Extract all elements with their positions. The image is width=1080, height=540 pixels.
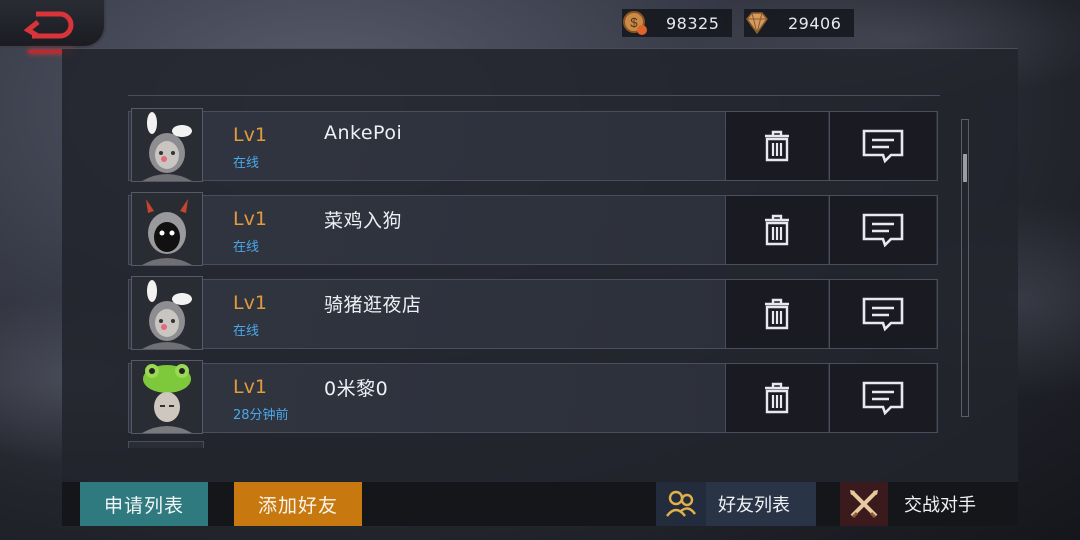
delete-friend-button[interactable]	[725, 280, 828, 348]
bunny-hat-avatar	[131, 276, 203, 350]
coin-icon: $	[622, 9, 648, 37]
message-friend-button[interactable]	[829, 280, 936, 348]
scrollbar-thumb[interactable]	[963, 154, 967, 182]
message-friend-button[interactable]	[829, 364, 936, 432]
friend-status: 28分钟前	[233, 408, 289, 423]
add-friend-button[interactable]: 添加好友	[234, 482, 362, 526]
next-row-peek	[128, 441, 204, 448]
gem-icon	[744, 9, 770, 37]
friends-panel: Lv1 在线 AnkePoi Lv1 在线 菜鸡入狗 Lv1 在线 骑猪逛夜店 …	[62, 48, 1018, 483]
chat-icon	[862, 297, 904, 332]
back-arrow-icon	[23, 11, 74, 39]
friend-name: 0米黎0	[324, 378, 389, 400]
friend-status: 在线	[233, 156, 260, 171]
friend-level: Lv1	[233, 208, 267, 230]
frog-hat-avatar	[131, 360, 203, 434]
coins-value: 98325	[666, 13, 720, 33]
message-friend-button[interactable]	[829, 112, 936, 180]
friend-row[interactable]: Lv1 在线 AnkePoi	[128, 108, 938, 182]
back-button[interactable]	[0, 0, 106, 48]
friend-row[interactable]: Lv1 在线 菜鸡入狗	[128, 192, 938, 266]
crossed-swords-icon	[840, 482, 888, 526]
friend-list-button[interactable]: 好友列表	[656, 482, 816, 526]
battle-opponent-label: 交战对手	[904, 495, 976, 516]
chat-icon	[862, 129, 904, 164]
friend-row[interactable]: Lv1 在线 骑猪逛夜店	[128, 276, 938, 350]
trash-icon	[765, 382, 789, 414]
list-divider	[128, 95, 940, 96]
friend-name: 骑猪逛夜店	[324, 294, 422, 316]
battle-opponent-button[interactable]: 交战对手	[840, 482, 1016, 526]
apply-list-button[interactable]: 申请列表	[80, 482, 208, 526]
friend-level: Lv1	[233, 292, 267, 314]
chat-icon	[862, 213, 904, 248]
trash-icon	[765, 130, 789, 162]
chat-icon	[862, 381, 904, 416]
friend-level: Lv1	[233, 124, 267, 146]
gems-display: 29406	[744, 9, 854, 37]
friend-list-label: 好友列表	[718, 495, 790, 516]
delete-friend-button[interactable]	[725, 364, 828, 432]
trash-icon	[765, 214, 789, 246]
friend-status: 在线	[233, 240, 260, 255]
devil-horns-avatar	[131, 192, 203, 266]
friend-level: Lv1	[233, 376, 267, 398]
message-friend-button[interactable]	[829, 196, 936, 264]
delete-friend-button[interactable]	[725, 196, 828, 264]
gems-value: 29406	[788, 13, 842, 33]
friend-name: 菜鸡入狗	[324, 210, 403, 232]
friend-row[interactable]: Lv1 28分钟前 0米黎0	[128, 360, 938, 434]
svg-text:$: $	[630, 15, 638, 30]
delete-friend-button[interactable]	[725, 112, 828, 180]
bunny-hat-avatar	[131, 108, 203, 182]
friends-icon	[656, 482, 706, 526]
friend-status: 在线	[233, 324, 260, 339]
friend-name: AnkePoi	[324, 122, 403, 144]
coins-display: $ 98325	[622, 9, 732, 37]
trash-icon	[765, 298, 789, 330]
scrollbar[interactable]	[961, 119, 969, 417]
